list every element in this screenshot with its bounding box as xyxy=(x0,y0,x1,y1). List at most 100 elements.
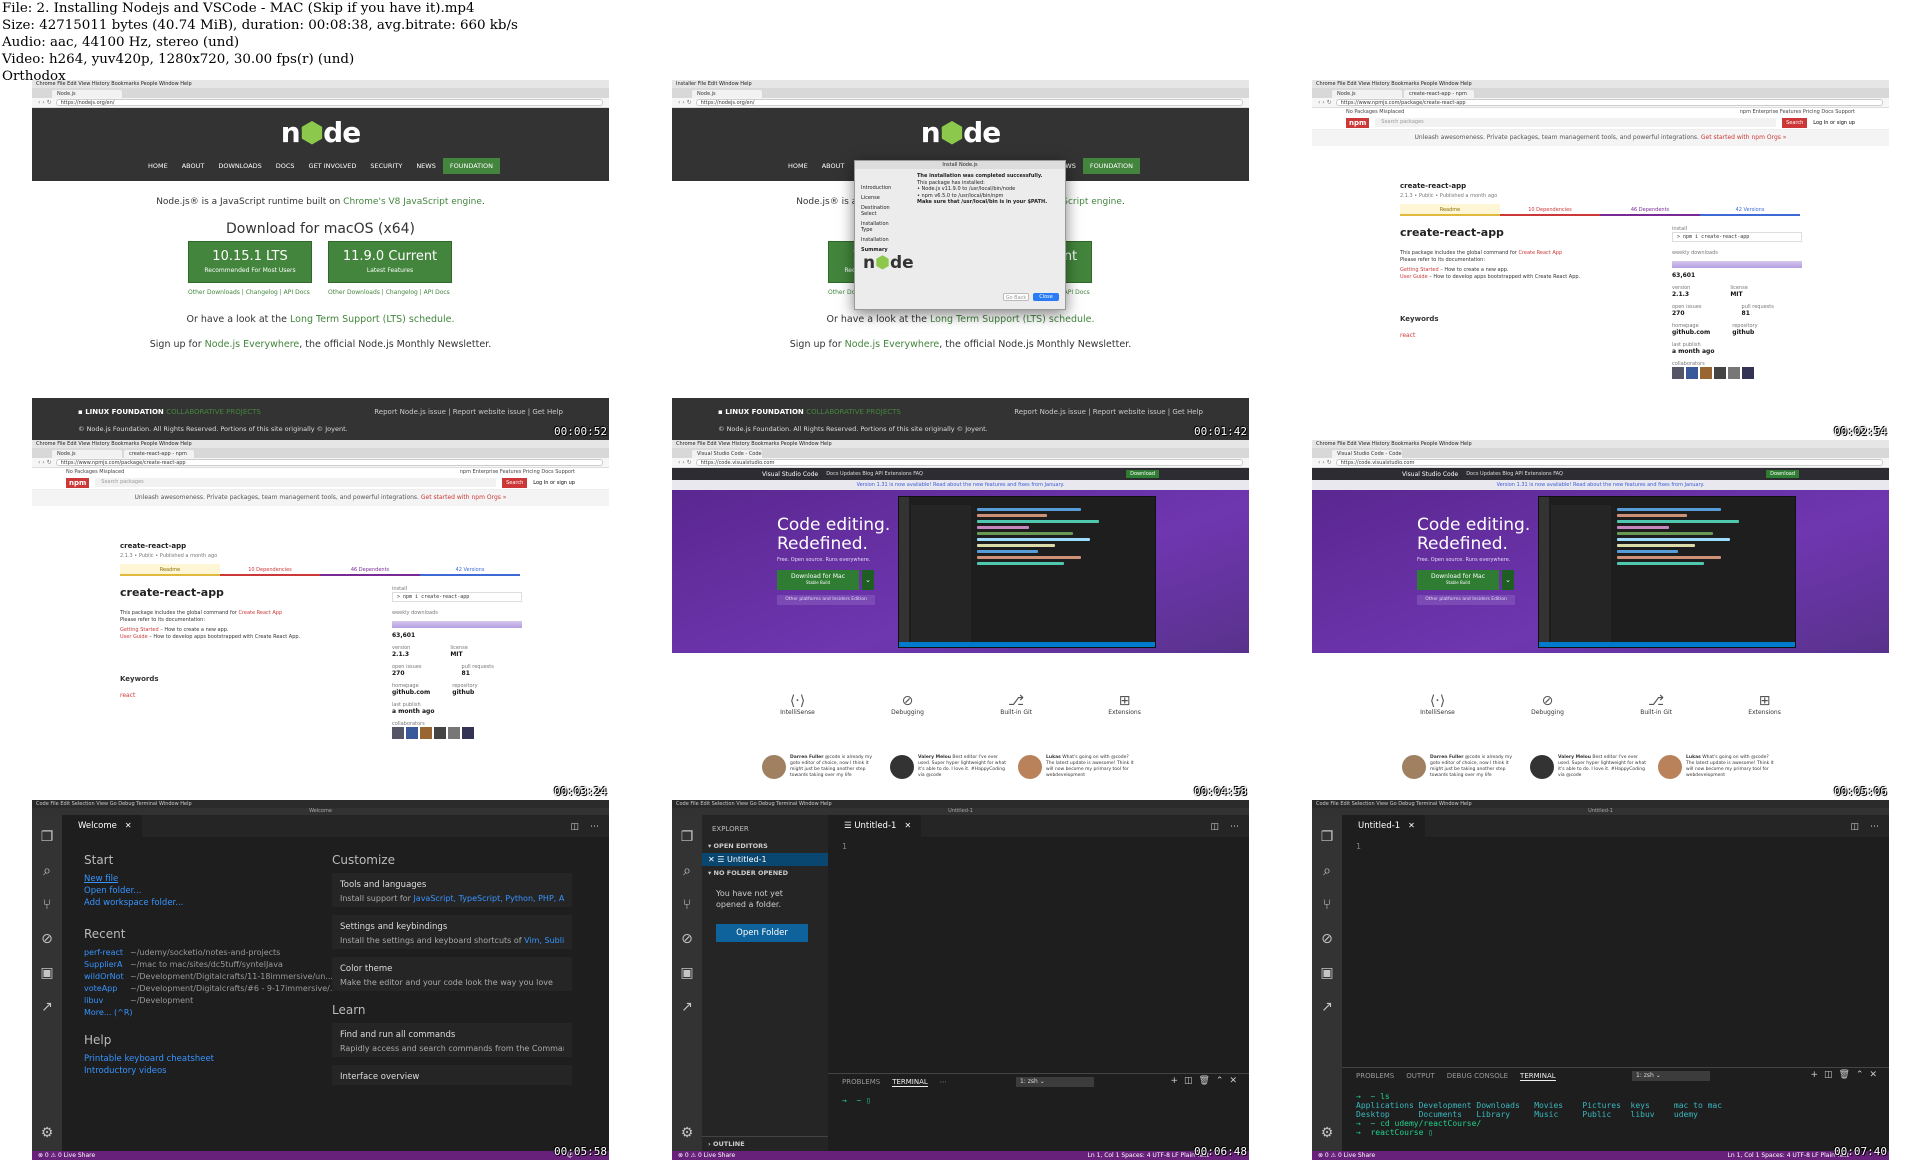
recent-item[interactable]: SupplierA ~/mac to mac/sites/dc5tuff/synt… xyxy=(84,959,324,971)
install-command[interactable]: > npm i create-react-app xyxy=(392,592,522,602)
tab-dependencies[interactable]: 10 Dependencies xyxy=(1500,204,1600,216)
explorer-icon[interactable]: ❐ xyxy=(32,829,62,849)
npm-signin[interactable]: Log In or sign up xyxy=(533,480,575,486)
release-note[interactable]: Version 1.31 is now available! Read abou… xyxy=(672,480,1249,490)
nav-foundation[interactable]: FOUNDATION xyxy=(1082,158,1141,174)
newsletter-link[interactable]: Node.js Everywhere xyxy=(205,339,300,350)
node-logo-icon[interactable]: n⬢de xyxy=(921,116,1001,149)
other-platforms-link[interactable]: Other platforms and Insiders Edition xyxy=(1417,595,1515,605)
tab-problems[interactable]: PROBLEMS xyxy=(842,1078,880,1086)
gear-icon[interactable]: ⚙ xyxy=(672,1125,702,1145)
status-left[interactable]: ⊗ 0 ⚠ 0 Live Share xyxy=(38,1152,95,1159)
lts-download-button[interactable]: 10.15.1 LTSRecommended For Most Users xyxy=(188,241,312,283)
source-control-icon[interactable]: ⑂ xyxy=(32,897,62,917)
source-control-icon[interactable]: ⑂ xyxy=(1312,897,1342,917)
keybindings-card[interactable]: Settings and keybindings Install the sett… xyxy=(332,915,572,949)
feature-git[interactable]: ⎇ Built-in Git xyxy=(1000,693,1032,716)
repository-link[interactable]: github xyxy=(1732,329,1757,336)
install-command[interactable]: > npm i create-react-app xyxy=(1672,232,1802,242)
nav-security[interactable]: SECURITY xyxy=(363,158,409,174)
npm-search-input[interactable]: Search packages xyxy=(95,478,497,487)
nav-arrows-icon[interactable]: ‹ › ↻ xyxy=(1318,459,1332,466)
v8-link[interactable]: Chrome's V8 JavaScript engine xyxy=(343,197,482,207)
other-platforms-link[interactable]: Other platforms and Insiders Edition xyxy=(777,595,875,605)
close-icon[interactable]: ✕ xyxy=(125,821,132,830)
url-field[interactable]: https://code.visualstudio.com xyxy=(695,459,1243,466)
npm-orgs-link[interactable]: Get started with npm Orgs » xyxy=(1701,134,1787,141)
live-share-icon[interactable]: ↗ xyxy=(32,999,62,1019)
nav-arrows-icon[interactable]: ‹ › ↻ xyxy=(38,99,52,106)
source-control-icon[interactable]: ⑂ xyxy=(672,897,702,917)
open-folder-link[interactable]: Open folder... xyxy=(84,885,324,897)
terminal-output[interactable]: → ~ ▯ xyxy=(842,1096,871,1105)
nav-about[interactable]: ABOUT xyxy=(815,158,852,174)
go-back-button[interactable]: Go Back xyxy=(1003,293,1029,301)
tab-readme[interactable]: Readme xyxy=(120,564,220,576)
getting-started-link[interactable]: Getting Started xyxy=(1400,267,1439,273)
terminal-select[interactable]: 1: zsh ⌄ xyxy=(1632,1071,1710,1081)
terminal-output[interactable]: → ~ ls Applications Development Downloads… xyxy=(1356,1092,1722,1137)
nav-docs[interactable]: DOCS xyxy=(269,158,302,174)
lts-links[interactable]: Other Downloads | Changelog | API Docs xyxy=(188,289,310,296)
header-download-button[interactable]: Download xyxy=(1126,470,1159,478)
close-icon[interactable]: ✕ xyxy=(904,821,911,830)
split-editor-icon[interactable]: ◫ xyxy=(1850,822,1859,832)
linux-foundation-logo[interactable]: ▪ LINUX FOUNDATION COLLABORATIVE PROJECT… xyxy=(718,408,901,416)
terminal-select[interactable]: 1: zsh ⌄ xyxy=(1016,1077,1094,1087)
nav-home[interactable]: HOME xyxy=(781,158,815,174)
open-folder-button[interactable]: Open Folder xyxy=(716,924,808,942)
npm-logo-icon[interactable]: npm xyxy=(1346,117,1370,128)
tab-dependencies[interactable]: 10 Dependencies xyxy=(220,564,320,576)
more-icon[interactable]: ⋯ xyxy=(590,822,599,832)
more-icon[interactable]: ⋯ xyxy=(1870,822,1879,832)
open-editors-section[interactable]: ▾ OPEN EDITORS xyxy=(702,839,828,853)
tab-readme[interactable]: Readme xyxy=(1400,204,1500,216)
nav-foundation[interactable]: FOUNDATION xyxy=(442,158,501,174)
keyword-link[interactable]: react xyxy=(120,692,380,699)
footer-links[interactable]: Report Node.js issue | Report website is… xyxy=(1014,408,1203,416)
tab-terminal[interactable]: TERMINAL xyxy=(1520,1072,1556,1081)
remote-icon[interactable]: ▣ xyxy=(672,965,702,985)
header-download-button[interactable]: Download xyxy=(1766,470,1799,478)
commands-card[interactable]: Find and run all commands Rapidly access … xyxy=(332,1023,572,1057)
interface-overview-card[interactable]: Interface overview xyxy=(332,1065,572,1085)
download-mac-button[interactable]: Download for Mac Stable Build xyxy=(777,570,859,590)
nav-arrows-icon[interactable]: ‹ › ↻ xyxy=(678,459,692,466)
tab-versions[interactable]: 42 Versions xyxy=(420,564,520,576)
tools-languages-card[interactable]: Tools and languages Install support for J… xyxy=(332,873,572,907)
homepage-link[interactable]: github.com xyxy=(1672,329,1710,336)
lts-link[interactable]: Long Term Support (LTS) schedule. xyxy=(290,314,454,325)
linux-foundation-logo[interactable]: ▪ LINUX FOUNDATION COLLABORATIVE PROJECT… xyxy=(78,408,261,416)
videos-link[interactable]: Introductory videos xyxy=(84,1065,324,1077)
feature-extensions[interactable]: ⊞ Extensions xyxy=(1748,693,1781,716)
release-note[interactable]: Version 1.31 is now available! Read abou… xyxy=(1312,480,1889,490)
feature-intellisense[interactable]: ⟨·⟩ IntelliSense xyxy=(1420,693,1455,716)
browser-tab[interactable]: Node.js xyxy=(52,450,122,458)
vscode-brand[interactable]: Visual Studio Code xyxy=(1402,471,1458,478)
nav-arrows-icon[interactable]: ‹ › ↻ xyxy=(1318,99,1332,106)
recent-item[interactable]: perf-react ~/udemy/socketio/notes-and-pro… xyxy=(84,947,324,959)
no-folder-section[interactable]: ▾ NO FOLDER OPENED xyxy=(702,866,828,880)
gear-icon[interactable]: ⚙ xyxy=(32,1125,62,1145)
feature-git[interactable]: ⎇ Built-in Git xyxy=(1640,693,1672,716)
feature-intellisense[interactable]: ⟨·⟩ IntelliSense xyxy=(780,693,815,716)
feature-extensions[interactable]: ⊞ Extensions xyxy=(1108,693,1141,716)
remote-icon[interactable]: ▣ xyxy=(32,965,62,985)
more-recent-link[interactable]: More... (^R) xyxy=(84,1007,324,1019)
vscode-brand[interactable]: Visual Studio Code xyxy=(762,471,818,478)
tab-debug-console[interactable]: DEBUG CONSOLE xyxy=(1447,1072,1508,1080)
tab-versions[interactable]: 42 Versions xyxy=(1700,204,1800,216)
url-field[interactable]: https://nodejs.org/en/ xyxy=(695,99,1243,106)
nav-arrows-icon[interactable]: ‹ › ↻ xyxy=(38,459,52,466)
panel-actions[interactable]: +◫🗑⌃✕ xyxy=(1810,1070,1883,1080)
more-icon[interactable]: ⋯ xyxy=(940,1078,947,1086)
download-dropdown-icon[interactable]: ⌄ xyxy=(862,570,874,590)
outline-section[interactable]: › OUTLINE xyxy=(702,1136,828,1151)
browser-tab[interactable]: create-react-app - npm xyxy=(1404,90,1474,98)
npm-search-input[interactable]: Search packages xyxy=(1375,118,1777,127)
debug-icon[interactable]: ⊘ xyxy=(1312,931,1342,951)
collaborator-avatars[interactable] xyxy=(392,727,522,739)
search-icon[interactable]: ⌕ xyxy=(672,863,702,883)
debug-icon[interactable]: ⊘ xyxy=(672,931,702,951)
npm-search-button[interactable]: Search xyxy=(1782,117,1808,128)
